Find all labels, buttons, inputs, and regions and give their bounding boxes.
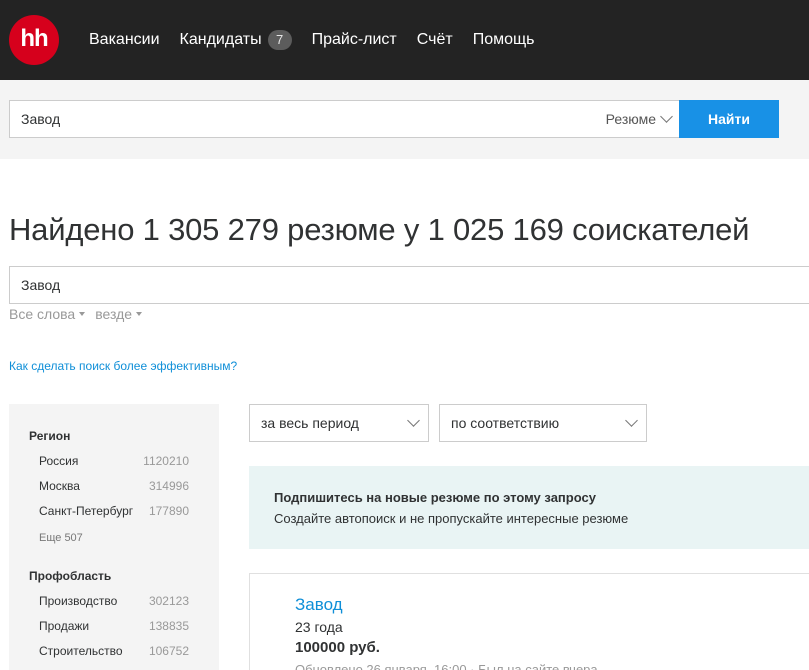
- resume-card: Завод 23 года 100000 руб. Обновлено 26 я…: [249, 573, 809, 670]
- search-help-link[interactable]: Как сделать поиск более эффективным?: [9, 359, 237, 373]
- region-item-moscow[interactable]: Москва 314996: [39, 479, 189, 493]
- profarea-label: Продажи: [39, 619, 90, 633]
- query-box: [9, 266, 809, 304]
- subscription-title: Подпишитесь на новые резюме по этому зап…: [274, 490, 596, 505]
- nav-item-label: Прайс-лист: [311, 31, 397, 48]
- search-scope-label: везде: [95, 306, 133, 322]
- nav-item-price-list[interactable]: Прайс-лист: [312, 31, 397, 49]
- find-button[interactable]: Найти: [679, 100, 779, 138]
- region-item-russia[interactable]: Россия 1120210: [39, 454, 189, 468]
- nav-item-label: Счёт: [416, 31, 453, 48]
- candidates-count-badge: 7: [267, 30, 292, 50]
- chevron-down-icon: [625, 414, 638, 427]
- sort-select[interactable]: по соответствию: [439, 404, 647, 442]
- region-count: 177890: [148, 504, 189, 518]
- profarea-item-construction[interactable]: Строительство 106752: [39, 644, 189, 658]
- region-item-spb[interactable]: Санкт-Петербург 177890: [39, 504, 189, 518]
- search-band: Резюме Найти: [0, 80, 809, 159]
- words-mode-dropdown[interactable]: Все слова: [9, 306, 86, 322]
- resume-salary: 100000 руб.: [295, 639, 380, 656]
- region-label: Санкт-Петербург: [39, 504, 134, 518]
- top-search-box: Резюме: [9, 100, 679, 138]
- profarea-count: 138835: [148, 619, 189, 633]
- page-title: Найдено 1 305 279 резюме у 1 025 169 сои…: [9, 212, 750, 247]
- profarea-count: 302123: [148, 594, 189, 608]
- region-label: Россия: [39, 454, 79, 468]
- search-type-select[interactable]: Резюме: [605, 101, 673, 137]
- profarea-item-production[interactable]: Производство 302123: [39, 594, 189, 608]
- profarea-title: Профобласть: [29, 569, 112, 583]
- nav-item-account[interactable]: Счёт: [417, 31, 453, 49]
- nav-item-vacancies[interactable]: Вакансии: [89, 31, 160, 49]
- region-count: 314996: [148, 479, 189, 493]
- search-type-label: Резюме: [605, 111, 656, 127]
- nav-item-label: Вакансии: [89, 31, 160, 48]
- main-nav: Вакансии Кандидаты 7 Прайс-лист Счёт Пом…: [89, 0, 554, 80]
- region-count: 1120210: [143, 454, 189, 468]
- filters-sidebar: Регион Россия 1120210 Москва 314996 Санк…: [9, 404, 219, 670]
- chevron-down-icon: [407, 414, 420, 427]
- resume-meta: Обновлено 26 января, 16:00 · Был на сайт…: [295, 662, 598, 670]
- chevron-down-icon: [660, 110, 673, 123]
- hh-logo[interactable]: hh: [9, 15, 59, 65]
- profarea-label: Строительство: [39, 644, 123, 658]
- query-input[interactable]: [10, 267, 809, 303]
- nav-item-help[interactable]: Помощь: [473, 31, 535, 49]
- nav-item-candidates[interactable]: Кандидаты 7: [180, 30, 292, 50]
- profarea-count: 106752: [148, 644, 189, 658]
- region-title: Регион: [29, 429, 71, 443]
- words-mode-label: Все слова: [9, 306, 76, 322]
- nav-item-label: Кандидаты: [179, 31, 262, 48]
- top-search-input[interactable]: [10, 101, 570, 137]
- subscription-banner[interactable]: Подпишитесь на новые резюме по этому зап…: [249, 466, 809, 549]
- top-bar: hh Вакансии Кандидаты 7 Прайс-лист Счёт …: [0, 0, 809, 80]
- profarea-label: Производство: [39, 594, 118, 608]
- nav-item-label: Помощь: [472, 31, 535, 48]
- period-select-label: за весь период: [261, 415, 359, 431]
- subscription-text: Создайте автопоиск и не пропускайте инте…: [274, 511, 629, 526]
- caret-down-icon: [136, 312, 143, 316]
- resume-title-link[interactable]: Завод: [295, 595, 343, 615]
- caret-down-icon: [79, 312, 86, 316]
- region-label: Москва: [39, 479, 80, 493]
- profarea-item-sales[interactable]: Продажи 138835: [39, 619, 189, 633]
- query-modifiers: Все слова везде: [9, 306, 152, 322]
- search-scope-dropdown[interactable]: везде: [95, 306, 143, 322]
- period-select[interactable]: за весь период: [249, 404, 429, 442]
- sort-select-label: по соответствию: [451, 415, 560, 431]
- region-more-link[interactable]: Еще 507: [39, 532, 83, 544]
- resume-age: 23 года: [295, 619, 343, 635]
